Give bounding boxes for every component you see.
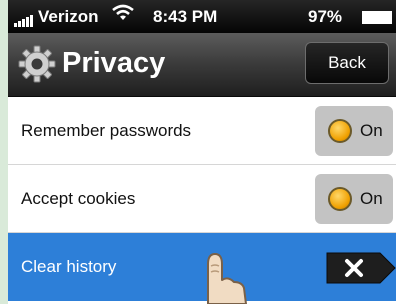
wifi-icon <box>112 4 134 20</box>
battery-icon <box>362 11 392 24</box>
toggle-knob <box>328 119 352 143</box>
pointing-hand-icon <box>207 253 247 304</box>
setting-row-accept-cookies: Accept cookies On <box>8 165 396 233</box>
setting-label: Remember passwords <box>21 121 192 140</box>
remember-passwords-toggle[interactable]: On <box>315 106 393 156</box>
page-title: Privacy <box>62 47 166 79</box>
battery-percentage: 97% <box>308 7 343 26</box>
clear-history-button[interactable] <box>326 252 396 284</box>
phone-screen: Verizon 8:43 PM 97% Privacy Back Remembe… <box>8 0 396 304</box>
status-bar: Verizon 8:43 PM 97% <box>8 0 396 33</box>
toggle-state-label: On <box>360 121 383 140</box>
navigation-bar: Privacy Back <box>8 33 396 97</box>
carrier-name: Verizon <box>38 7 99 26</box>
signal-icon <box>14 15 33 27</box>
carrier-indicator: Verizon <box>14 7 98 27</box>
setting-row-remember-passwords: Remember passwords On <box>8 97 396 165</box>
setting-label: Accept cookies <box>21 189 136 208</box>
accept-cookies-toggle[interactable]: On <box>315 174 393 224</box>
back-button-label: Back <box>328 53 366 72</box>
gear-icon <box>18 45 56 83</box>
clock: 8:43 PM <box>153 7 218 26</box>
clear-history-label: Clear history <box>21 257 117 276</box>
toggle-state-label: On <box>360 189 383 208</box>
toggle-knob <box>328 187 352 211</box>
back-button[interactable]: Back <box>305 42 389 84</box>
